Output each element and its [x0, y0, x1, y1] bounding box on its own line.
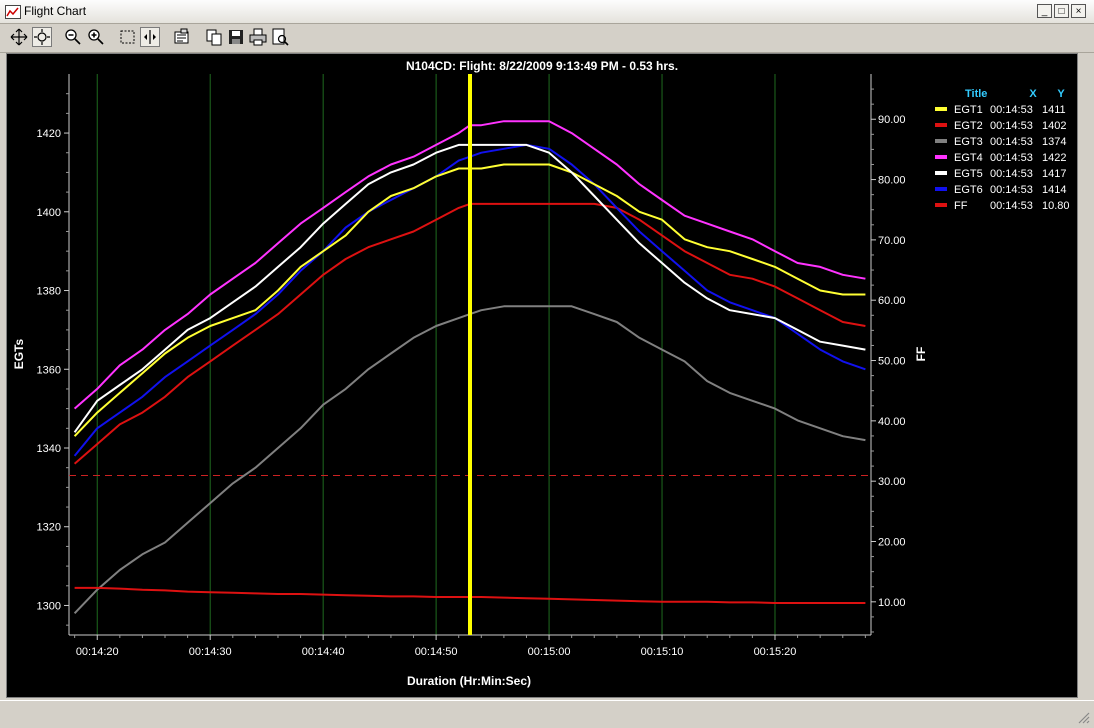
save-icon[interactable] [226, 27, 246, 47]
legend-title: EGT2 [954, 120, 983, 132]
copy-icon[interactable] [204, 27, 224, 47]
window-title: Flight Chart [24, 4, 87, 18]
y2-tick-label: 30.00 [878, 476, 906, 488]
y2-tick-label: 10.00 [878, 597, 906, 609]
legend-swatch [935, 139, 947, 143]
x-tick-label: 00:14:50 [415, 646, 458, 658]
window-titlebar[interactable]: Flight Chart _ □ × [0, 0, 1094, 24]
properties-icon[interactable] [172, 27, 192, 47]
legend-x: 00:14:53 [990, 136, 1033, 148]
legend-y: 1411 [1042, 104, 1066, 116]
print-icon[interactable] [248, 27, 268, 47]
legend-y: 1402 [1042, 120, 1066, 132]
legend-swatch [935, 107, 947, 111]
maximize-button[interactable]: □ [1054, 4, 1069, 18]
legend-title: EGT6 [954, 184, 983, 196]
legend-swatch [935, 203, 947, 207]
legend-title: EGT3 [954, 136, 983, 148]
legend-y: 1422 [1042, 152, 1066, 164]
zoom-out-icon[interactable] [63, 27, 83, 47]
select-icon[interactable] [118, 27, 138, 47]
minimize-button[interactable]: _ [1037, 4, 1052, 18]
legend-x: 00:14:53 [990, 200, 1033, 212]
print-preview-icon[interactable] [270, 27, 290, 47]
zoom-area-icon[interactable] [32, 27, 52, 47]
legend-x: 00:14:53 [990, 120, 1033, 132]
legend-swatch [935, 187, 947, 191]
y-tick-label: 1400 [37, 207, 61, 219]
legend-y: 1417 [1042, 168, 1066, 180]
toolbar [0, 24, 1094, 53]
plot-area: 1300 1320 1340 1360 1380 1400 1420 10.00 20.00 30… [37, 74, 906, 658]
legend-header: X [1029, 88, 1037, 100]
x-tick-label: 00:14:40 [302, 646, 345, 658]
y-tick-label: 1340 [37, 443, 61, 455]
legend: Title X Y EGT1 00:14:53 1411 EGT2 00:14:53 1402 E… [935, 88, 1070, 212]
move-icon[interactable] [9, 27, 29, 47]
legend-swatch [935, 155, 947, 159]
x-tick-label: 00:14:20 [76, 646, 119, 658]
legend-title: EGT5 [954, 168, 983, 180]
close-button[interactable]: × [1071, 4, 1086, 18]
chart-app-icon [5, 5, 21, 19]
y2-tick-label: 80.00 [878, 175, 906, 187]
legend-title: FF [954, 200, 968, 212]
x-tick-label: 00:15:00 [528, 646, 571, 658]
y2-tick-label: 50.00 [878, 356, 906, 368]
chart-title: N104CD: Flight: 8/22/2009 9:13:49 PM - 0… [406, 59, 678, 73]
resize-grip-icon[interactable] [1078, 712, 1090, 724]
status-bar [0, 700, 1094, 728]
y-tick-label: 1420 [37, 128, 61, 140]
x-tick-label: 00:15:10 [641, 646, 684, 658]
legend-title: EGT4 [954, 152, 983, 164]
y2-tick-label: 70.00 [878, 235, 906, 247]
y2-tick-label: 60.00 [878, 295, 906, 307]
y2-tick-label: 90.00 [878, 114, 906, 126]
y-tick-label: 1320 [37, 522, 61, 534]
legend-header: Y [1057, 88, 1065, 100]
y-tick-label: 1380 [37, 286, 61, 298]
legend-x: 00:14:53 [990, 168, 1033, 180]
y-tick-label: 1300 [37, 600, 61, 612]
legend-title: EGT1 [954, 104, 983, 116]
legend-y: 1374 [1042, 136, 1066, 148]
x-axis-label: Duration (Hr:Min:Sec) [407, 674, 531, 688]
x-tick-label: 00:14:30 [189, 646, 232, 658]
y2-axis-label: FF [914, 347, 928, 362]
legend-x: 00:14:53 [990, 184, 1033, 196]
legend-y: 10.80 [1042, 200, 1070, 212]
x-tick-label: 00:15:20 [754, 646, 797, 658]
y-axis-label: EGTs [12, 338, 26, 369]
legend-x: 00:14:53 [990, 152, 1033, 164]
legend-header: Title [965, 88, 987, 100]
cursor-icon[interactable] [140, 27, 160, 47]
legend-y: 1414 [1042, 184, 1066, 196]
legend-swatch [935, 123, 947, 127]
flight-chart[interactable]: N104CD: Flight: 8/22/2009 9:13:49 PM - 0… [7, 54, 1077, 697]
chart-frame: N104CD: Flight: 8/22/2009 9:13:49 PM - 0… [6, 53, 1078, 698]
zoom-in-icon[interactable] [86, 27, 106, 47]
y2-tick-label: 20.00 [878, 537, 906, 549]
legend-swatch [935, 171, 947, 175]
legend-x: 00:14:53 [990, 104, 1033, 116]
y-tick-label: 1360 [37, 364, 61, 376]
y2-tick-label: 40.00 [878, 416, 906, 428]
